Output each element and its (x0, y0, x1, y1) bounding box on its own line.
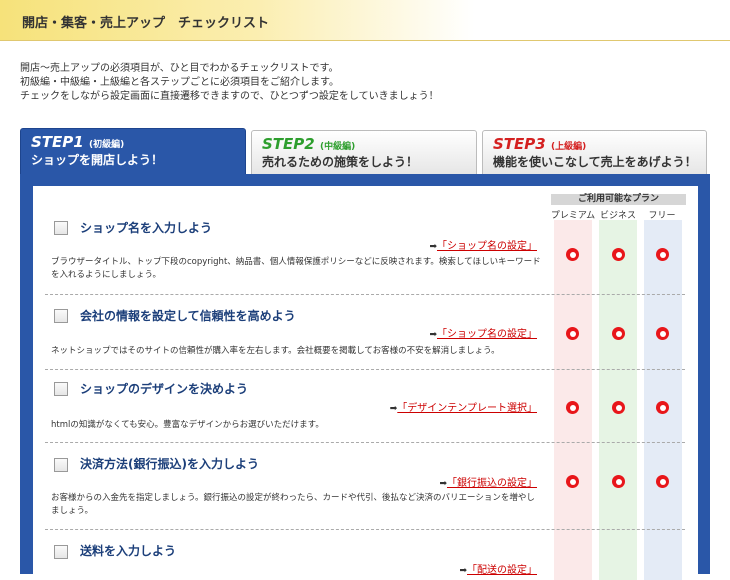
item-setting-link[interactable]: ➡「配送の設定」 (459, 561, 537, 576)
tab-step1[interactable]: STEP1 (初級編) ショップを開店しよう！ (20, 128, 246, 175)
item-divider (45, 369, 685, 370)
item-checkbox[interactable] (54, 545, 68, 559)
header-banner: 開店・集客・売上アップ チェックリスト (0, 0, 730, 41)
item-divider (45, 442, 685, 443)
checklist-item: 会社の情報を設定して信頼性を高めよう ➡「ショップ名の設定」 ネットショップでは… (45, 307, 685, 367)
arrow-right-icon: ➡ (429, 242, 437, 252)
page-title: 開店・集客・売上アップ チェックリスト (22, 16, 270, 31)
item-checkbox[interactable] (54, 221, 68, 235)
intro-text: 開店～売上アップの必須項目が、ひと目でわかるチェックリストです。 初級編・中級編… (20, 62, 439, 104)
item-setting-link[interactable]: ➡「ショップ名の設定」 (429, 325, 537, 340)
item-description: htmlの知識がなくても安心。豊富なデザインからお選びいただけます。 (51, 420, 324, 430)
item-description: お客様からの入金先を指定しましょう。銀行振込の設定が終わったら、カードや代引、後… (51, 493, 535, 516)
tab-step2[interactable]: STEP2 (中級編) 売れるための施策をしよう！ (251, 130, 477, 175)
intro-line: 初級編・中級編・上級編と各ステップごとに必須項目をご紹介します。 (20, 77, 339, 88)
checklist-item: 決済方法(銀行振込)を入力しよう ➡「銀行振込の設定」 お客様からの入金先を指定… (45, 454, 685, 524)
item-title: ショップのデザインを決めよう (80, 382, 249, 396)
available-mark-icon (566, 248, 579, 261)
item-setting-link[interactable]: ➡「銀行振込の設定」 (439, 474, 537, 489)
checklist-item: 送料を入力しよう ➡「配送の設定」 (45, 542, 685, 576)
intro-line: 開店～売上アップの必須項目が、ひと目でわかるチェックリストです。 (20, 63, 339, 74)
item-checkbox[interactable] (54, 309, 68, 323)
tab-text: 売れるための施策をしよう！ (262, 155, 419, 169)
tab-step-label: STEP2 (中級編) (262, 135, 356, 153)
item-title: 会社の情報を設定して信頼性を高めよう (80, 309, 296, 323)
available-mark-icon (656, 327, 669, 340)
item-description: ネットショップではそのサイトの信頼性が購入率を左右します。会社概要を掲載してお客… (51, 346, 500, 356)
item-checkbox[interactable] (54, 458, 68, 472)
item-description: ブラウザータイトル、トップ下段のcopyright、納品書、個人情報保護ポリシー… (51, 257, 541, 280)
intro-line: チェックをしながら設定画面に直接遷移できますので、ひとつずつ設定をしていきましょ… (20, 91, 439, 102)
tab-text: ショップを開店しよう！ (31, 153, 164, 167)
available-mark-icon (656, 401, 669, 414)
tab-step-label: STEP1 (初級編) (31, 133, 125, 151)
item-checkbox[interactable] (54, 382, 68, 396)
item-setting-link[interactable]: ➡「デザインテンプレート選択」 (390, 399, 537, 414)
checklist-item: ショップ名を入力しよう ➡「ショップ名の設定」 ブラウザータイトル、トップ下段の… (45, 218, 685, 293)
arrow-right-icon: ➡ (459, 566, 467, 576)
arrow-right-icon: ➡ (439, 479, 447, 489)
item-title: 決済方法(銀行振込)を入力しよう (80, 457, 259, 471)
available-mark-icon (612, 327, 625, 340)
available-mark-icon (566, 401, 579, 414)
tab-step3[interactable]: STEP3 (上級編) 機能を使いこなして売上をあげよう！ (482, 130, 707, 175)
arrow-right-icon: ➡ (429, 330, 437, 340)
item-divider (45, 529, 685, 530)
item-title: ショップ名を入力しよう (80, 221, 213, 235)
available-mark-icon (656, 475, 669, 488)
item-title: 送料を入力しよう (80, 544, 177, 558)
available-mark-icon (612, 401, 625, 414)
item-divider (45, 294, 685, 295)
item-setting-link[interactable]: ➡「ショップ名の設定」 (429, 237, 537, 252)
available-mark-icon (656, 248, 669, 261)
available-mark-icon (612, 248, 625, 261)
tab-step-label: STEP3 (上級編) (493, 135, 587, 153)
plan-caption: ご利用可能なプラン (551, 194, 686, 205)
tab-text: 機能を使いこなして売上をあげよう！ (493, 155, 697, 169)
available-mark-icon (612, 475, 625, 488)
checklist-item: ショップのデザインを決めよう ➡「デザインテンプレート選択」 htmlの知識がな… (45, 380, 685, 440)
available-mark-icon (566, 327, 579, 340)
available-mark-icon (566, 475, 579, 488)
